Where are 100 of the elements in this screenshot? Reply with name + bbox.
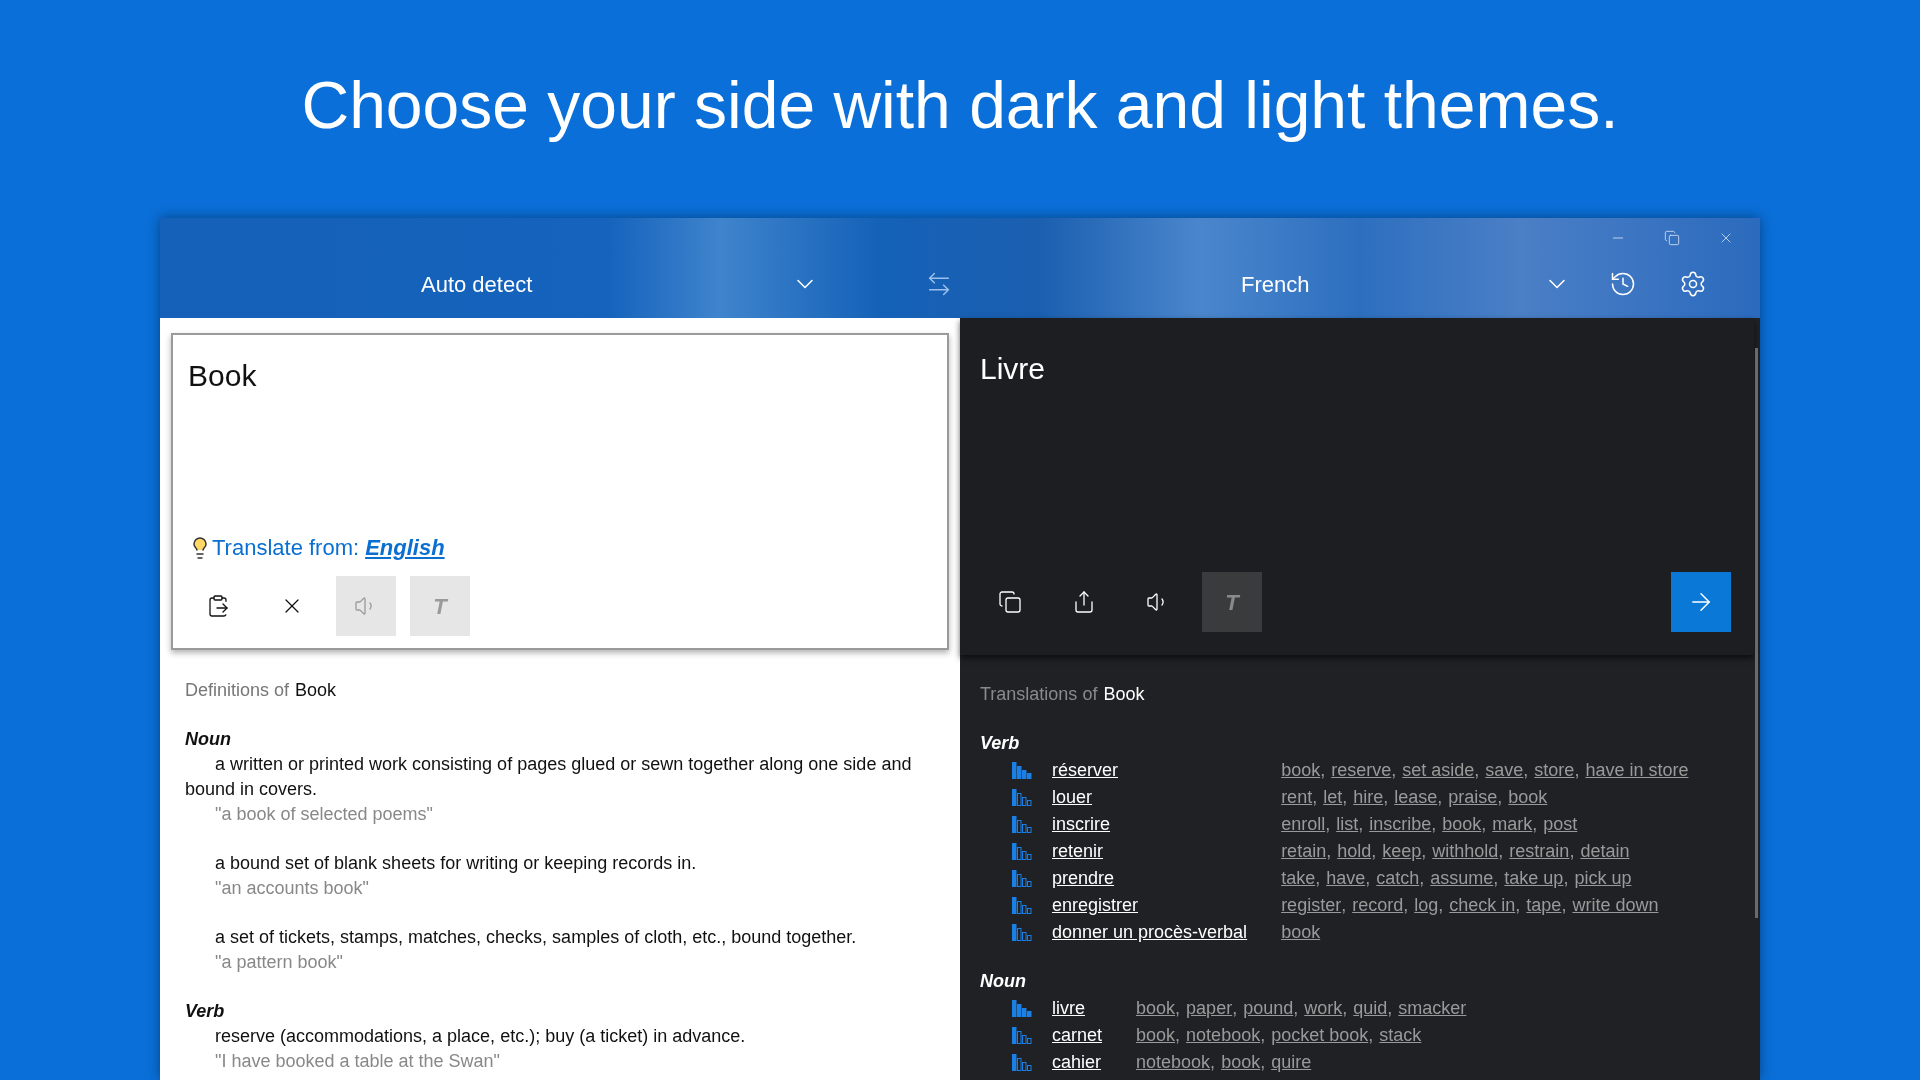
synonym-link[interactable]: restrain bbox=[1509, 838, 1570, 865]
separator: , bbox=[1326, 840, 1332, 863]
synonym-link[interactable]: inscribe bbox=[1369, 811, 1432, 838]
synonym-link[interactable]: set aside bbox=[1402, 757, 1475, 784]
synonym-link[interactable]: register bbox=[1281, 892, 1342, 919]
separator: , bbox=[1515, 894, 1521, 917]
synonym-link[interactable]: check in bbox=[1449, 892, 1516, 919]
translation-link[interactable]: carnet bbox=[1052, 1022, 1103, 1049]
translations-label: Translations of bbox=[980, 683, 1098, 706]
translation-link[interactable]: prendre bbox=[1052, 865, 1248, 892]
synonym-link[interactable]: book bbox=[1136, 1022, 1176, 1049]
synonym-link[interactable]: tape bbox=[1526, 892, 1562, 919]
synonym-link[interactable]: record bbox=[1352, 892, 1404, 919]
synonym-link[interactable]: lease bbox=[1394, 784, 1438, 811]
paste-icon bbox=[206, 594, 230, 618]
part-of-speech: Noun bbox=[185, 728, 232, 751]
history-icon[interactable] bbox=[1609, 270, 1637, 298]
separator: , bbox=[1419, 867, 1425, 890]
separator: , bbox=[1481, 813, 1487, 836]
synonym-link[interactable]: let bbox=[1323, 784, 1343, 811]
synonym-link[interactable]: assume bbox=[1430, 865, 1494, 892]
translation-link[interactable]: réserver bbox=[1052, 757, 1248, 784]
synonym-link[interactable]: detain bbox=[1580, 838, 1630, 865]
example-text: "a book of selected poems" bbox=[214, 803, 434, 826]
definitions-word: Book bbox=[295, 679, 337, 702]
synonym-link[interactable]: take up bbox=[1504, 865, 1564, 892]
synonym-link[interactable]: enroll bbox=[1281, 811, 1326, 838]
synonym-link[interactable]: notebook bbox=[1136, 1049, 1211, 1076]
separator: , bbox=[1312, 786, 1318, 809]
synonym-link[interactable]: catch bbox=[1376, 865, 1420, 892]
synonym-link[interactable]: hold bbox=[1337, 838, 1372, 865]
synonym-link[interactable]: log bbox=[1414, 892, 1439, 919]
synonym-link[interactable]: have bbox=[1326, 865, 1366, 892]
synonym-link[interactable]: work bbox=[1304, 995, 1343, 1022]
synonym-link[interactable]: paper bbox=[1186, 995, 1233, 1022]
synonym-link[interactable]: notebook bbox=[1186, 1022, 1261, 1049]
separator: , bbox=[1387, 997, 1393, 1020]
language-link[interactable]: English bbox=[365, 531, 445, 564]
separator: , bbox=[1431, 813, 1437, 836]
input-field[interactable]: Book bbox=[188, 353, 932, 531]
synonym-link[interactable]: have in store bbox=[1585, 757, 1689, 784]
translation-link[interactable]: cahier bbox=[1052, 1049, 1103, 1076]
synonym-link[interactable]: reserve bbox=[1331, 757, 1392, 784]
translate-from-hint: Translate from: bbox=[212, 534, 360, 562]
example-text: "a pattern book" bbox=[214, 951, 344, 974]
separator: , bbox=[1383, 786, 1389, 809]
target-language[interactable]: French bbox=[1241, 267, 1481, 301]
separator: , bbox=[1497, 786, 1503, 809]
synonym-link[interactable]: book bbox=[1442, 811, 1482, 838]
separator: , bbox=[1320, 759, 1326, 782]
scrollbar[interactable] bbox=[1755, 348, 1758, 918]
synonym-link[interactable]: mark bbox=[1492, 811, 1533, 838]
separator: , bbox=[1563, 867, 1569, 890]
restore-icon[interactable] bbox=[1664, 230, 1680, 246]
translation-link[interactable]: inscrire bbox=[1052, 811, 1248, 838]
synonym-link[interactable]: quid bbox=[1353, 995, 1388, 1022]
example-text: "an accounts book" bbox=[214, 877, 370, 900]
synonym-link[interactable]: pick up bbox=[1574, 865, 1632, 892]
source-language[interactable]: Auto detect bbox=[421, 267, 661, 301]
separator: , bbox=[1365, 867, 1371, 890]
separator: , bbox=[1498, 840, 1504, 863]
separator: , bbox=[1341, 894, 1347, 917]
translation-link[interactable]: enregistrer bbox=[1052, 892, 1248, 919]
output-text: Livre bbox=[980, 351, 1047, 387]
synonym-link[interactable]: book bbox=[1221, 1049, 1261, 1076]
synonym-link[interactable]: smacker bbox=[1398, 995, 1467, 1022]
translation-link[interactable]: donner un procès-verbal bbox=[1052, 919, 1248, 946]
definition-text: a bound set of blank sheets for writing or keeping records in. bbox=[214, 852, 698, 875]
synonym-link[interactable]: pound bbox=[1243, 995, 1294, 1022]
synonym-link[interactable]: withhold bbox=[1432, 838, 1499, 865]
synonym-link[interactable]: post bbox=[1543, 811, 1578, 838]
separator: , bbox=[1175, 997, 1181, 1020]
synonym-link[interactable]: store bbox=[1534, 757, 1575, 784]
translation-link[interactable]: livre bbox=[1052, 995, 1103, 1022]
synonym-link[interactable]: book bbox=[1508, 784, 1548, 811]
translation-link[interactable]: louer bbox=[1052, 784, 1248, 811]
synonym-link[interactable]: rent bbox=[1281, 784, 1313, 811]
separator: , bbox=[1342, 786, 1348, 809]
synonym-link[interactable]: pocket book bbox=[1271, 1022, 1369, 1049]
separator: , bbox=[1421, 840, 1427, 863]
separator: , bbox=[1391, 759, 1397, 782]
separator: , bbox=[1358, 813, 1364, 836]
part-of-speech: Verb bbox=[980, 732, 1021, 755]
synonym-link[interactable]: book bbox=[1136, 995, 1176, 1022]
synonym-link[interactable]: hire bbox=[1353, 784, 1384, 811]
synonym-link[interactable]: book bbox=[1281, 919, 1321, 946]
synonym-link[interactable]: book bbox=[1281, 757, 1321, 784]
separator: , bbox=[1523, 759, 1529, 782]
synonym-link[interactable]: take bbox=[1281, 865, 1316, 892]
synonym-link[interactable]: stack bbox=[1379, 1022, 1422, 1049]
synonym-link[interactable]: keep bbox=[1382, 838, 1422, 865]
separator: , bbox=[1315, 867, 1321, 890]
synonym-link[interactable]: quire bbox=[1271, 1049, 1312, 1076]
synonym-link[interactable]: list bbox=[1336, 811, 1359, 838]
synonym-link[interactable]: write down bbox=[1572, 892, 1659, 919]
synonym-link[interactable]: praise bbox=[1448, 784, 1498, 811]
synonym-link[interactable]: save bbox=[1485, 757, 1524, 784]
translation-link[interactable]: retenir bbox=[1052, 838, 1248, 865]
settings-icon[interactable] bbox=[1679, 270, 1707, 298]
synonym-link[interactable]: retain bbox=[1281, 838, 1327, 865]
